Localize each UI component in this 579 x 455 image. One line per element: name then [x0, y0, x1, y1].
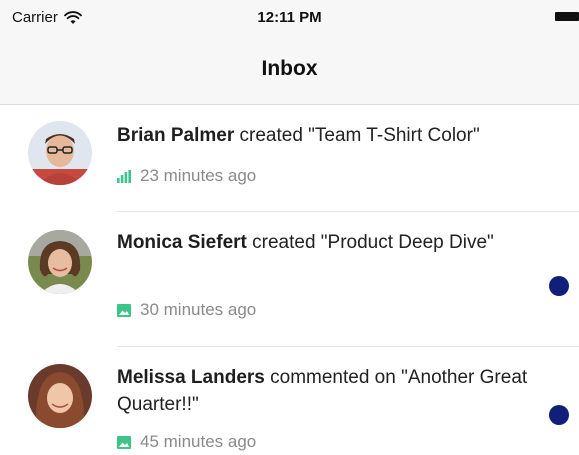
notification-text: Melissa Landers commented on "Another Gr… [117, 364, 542, 418]
notification-meta: 23 minutes ago [117, 166, 256, 186]
notification-item-melissa-landers[interactable]: Melissa Landers commented on "Another Gr… [0, 347, 579, 455]
notification-action: created "Team T-Shirt Color" [239, 125, 480, 146]
notification-meta: 30 minutes ago [117, 300, 256, 320]
avatar-monica-siefert [28, 230, 92, 294]
battery-icon [555, 12, 579, 21]
bar-chart-icon [117, 169, 131, 183]
unread-indicator [549, 405, 569, 425]
status-bar: Carrier 12:11 PM [0, 0, 579, 36]
notification-author: Brian Palmer [117, 125, 235, 146]
notification-time: 45 minutes ago [140, 432, 257, 451]
image-icon [117, 303, 131, 317]
avatar-melissa-landers [28, 364, 92, 428]
page-title: Inbox [261, 57, 318, 80]
notification-author: Melissa Landers [117, 367, 265, 388]
notification-item-brian-palmer[interactable]: Brian Palmer created "Team T-Shirt Color… [0, 105, 579, 212]
unread-indicator [549, 276, 569, 296]
notification-item-monica-siefert[interactable]: Monica Siefert created "Product Deep Div… [0, 212, 579, 347]
inbox-screen: Carrier 12:11 PM Inbox Brian Palmer crea… [0, 0, 579, 455]
notification-action: created "Product Deep Dive" [252, 232, 494, 253]
notification-time: 30 minutes ago [140, 300, 257, 319]
notification-text: Monica Siefert created "Product Deep Div… [117, 229, 527, 256]
notification-text: Brian Palmer created "Team T-Shirt Color… [117, 122, 537, 149]
avatar-brian-palmer [28, 121, 92, 185]
notification-time: 23 minutes ago [140, 166, 257, 185]
image-icon [117, 435, 131, 449]
notification-meta: 45 minutes ago [117, 432, 256, 452]
notification-author: Monica Siefert [117, 232, 247, 253]
navigation-bar: Carrier 12:11 PM Inbox [0, 0, 579, 105]
status-time: 12:11 PM [257, 9, 322, 26]
